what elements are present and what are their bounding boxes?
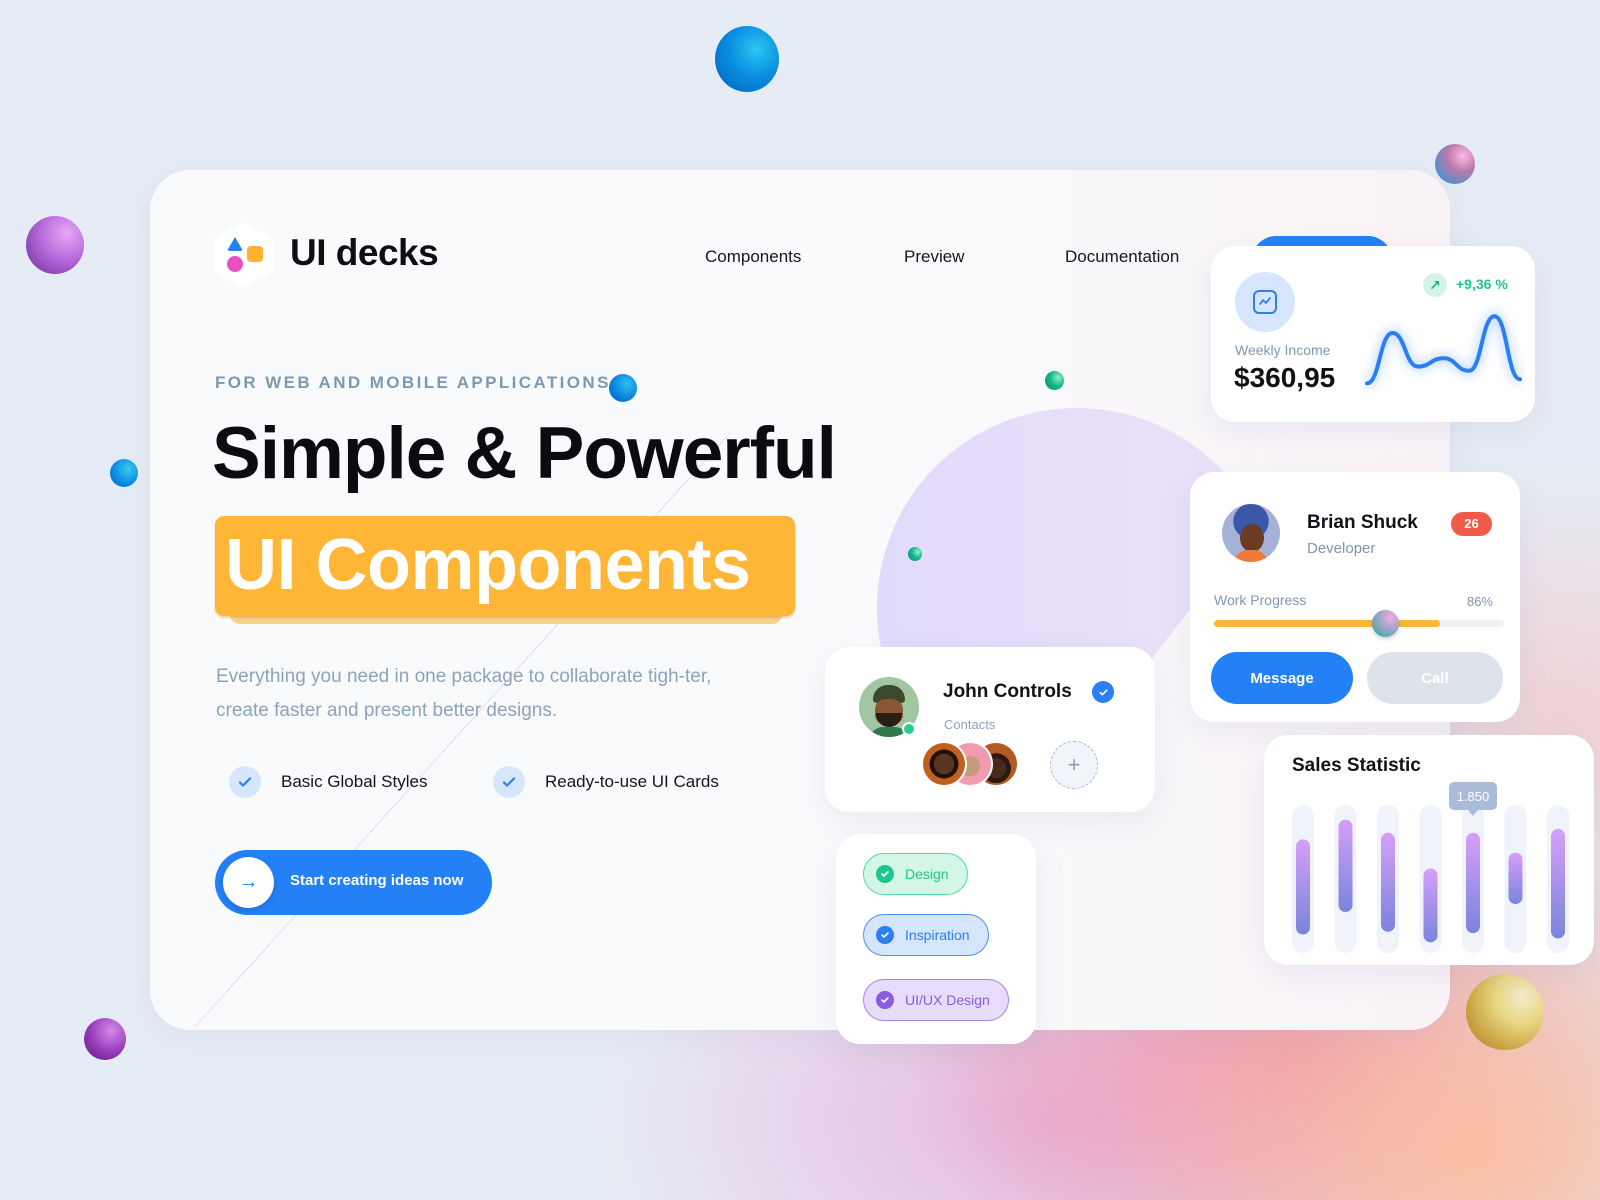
bar[interactable] xyxy=(1423,868,1438,943)
nav-link-documentation[interactable]: Documentation xyxy=(1065,247,1179,267)
count-badge: 26 xyxy=(1451,512,1492,536)
decorative-sphere xyxy=(908,547,922,561)
cta-label: Start creating ideas now xyxy=(290,872,464,889)
nav-link-components[interactable]: Components xyxy=(705,247,801,267)
chart-title: Sales Statistic xyxy=(1292,755,1421,776)
bar[interactable] xyxy=(1381,832,1395,932)
check-circle-icon xyxy=(876,991,894,1009)
decorative-sphere xyxy=(1435,144,1475,184)
eyebrow-text: FOR WEB AND MOBILE APPLICATIONS xyxy=(215,373,611,392)
tag-label: Design xyxy=(905,866,949,882)
weekly-income-card: Weekly Income $360,95 ↗ +9,36 % xyxy=(1211,246,1535,422)
add-contact-button[interactable]: + xyxy=(1050,741,1098,789)
page-title: Simple & Powerful xyxy=(212,413,837,494)
hexagon-shapes-logo-icon[interactable] xyxy=(213,222,273,288)
feature-label: Basic Global Styles xyxy=(281,772,428,791)
decorative-sphere xyxy=(715,26,779,92)
chart-line-icon xyxy=(1235,272,1295,332)
message-button[interactable]: Message xyxy=(1211,652,1353,704)
bar[interactable] xyxy=(1338,819,1353,912)
start-creating-button[interactable]: → Start creating ideas now xyxy=(215,850,492,915)
tag-inspiration[interactable]: Inspiration xyxy=(863,914,989,956)
progress-slider[interactable] xyxy=(1214,610,1504,637)
tag-uiux-design[interactable]: UI/UX Design xyxy=(863,979,1009,1021)
check-icon xyxy=(493,766,525,798)
feature-label: Ready-to-use UI Cards xyxy=(545,772,719,791)
bar[interactable] xyxy=(1466,832,1480,934)
trend-value: +9,36 % xyxy=(1456,276,1508,292)
bar[interactable] xyxy=(1551,828,1565,939)
brand-name[interactable]: UI decks xyxy=(290,232,439,274)
hero-description: Everything you need in one package to co… xyxy=(216,666,712,721)
progress-label: Work Progress xyxy=(1214,592,1307,608)
profile-role: Developer xyxy=(1307,540,1376,557)
arrow-up-right-icon: ↗ xyxy=(1423,273,1447,297)
sparkline-path xyxy=(1365,314,1522,386)
chart-tooltip: 1.850 xyxy=(1449,782,1497,816)
contact-avatar[interactable] xyxy=(921,741,967,787)
decorative-sphere xyxy=(1466,974,1544,1050)
tooltip-value: 1.850 xyxy=(1457,789,1490,804)
sales-statistic-card: 1.850 Sales Statistic xyxy=(1264,735,1594,965)
profile-card: Brian Shuck Developer 26 Work Progress 8… xyxy=(1190,472,1520,722)
tag-label: UI/UX Design xyxy=(905,992,990,1008)
income-label: Weekly Income xyxy=(1235,342,1331,358)
check-circle-icon xyxy=(876,865,894,883)
feature-item: Ready-to-use UI Cards xyxy=(493,766,719,798)
progress-value: 86% xyxy=(1466,594,1493,609)
sparkline-glow xyxy=(1364,311,1523,389)
nav-link-preview[interactable]: Preview xyxy=(904,247,964,267)
highlight-title: UI Components xyxy=(225,525,751,605)
verified-badge-icon xyxy=(1092,681,1114,703)
decorative-sphere xyxy=(26,216,84,274)
decorative-sphere xyxy=(84,1018,126,1060)
contact-card: John Controls Contacts + xyxy=(825,647,1155,812)
bar[interactable] xyxy=(1296,839,1310,935)
call-button[interactable]: Call xyxy=(1367,652,1503,704)
tag-label: Inspiration xyxy=(905,927,970,943)
tag-design[interactable]: Design xyxy=(863,853,968,895)
avatar[interactable] xyxy=(1222,504,1280,562)
decorative-sphere xyxy=(1045,371,1064,390)
check-circle-icon xyxy=(876,926,894,944)
decorative-sphere xyxy=(110,459,138,487)
bar[interactable] xyxy=(1508,852,1523,905)
check-icon xyxy=(229,766,261,798)
contact-name: John Controls xyxy=(943,681,1072,702)
progress-fill xyxy=(1214,620,1441,627)
feature-item: Basic Global Styles xyxy=(229,766,427,798)
income-sparkline xyxy=(1364,311,1523,389)
tags-card: Design Inspiration UI/UX Design xyxy=(836,834,1036,1044)
decorative-sphere xyxy=(609,374,637,402)
income-value: $360,95 xyxy=(1234,362,1336,393)
arrow-right-icon: → xyxy=(223,857,274,908)
contacts-label: Contacts xyxy=(944,717,996,732)
slider-handle[interactable] xyxy=(1372,610,1400,637)
profile-name: Brian Shuck xyxy=(1307,512,1418,533)
online-status-icon xyxy=(902,722,916,736)
